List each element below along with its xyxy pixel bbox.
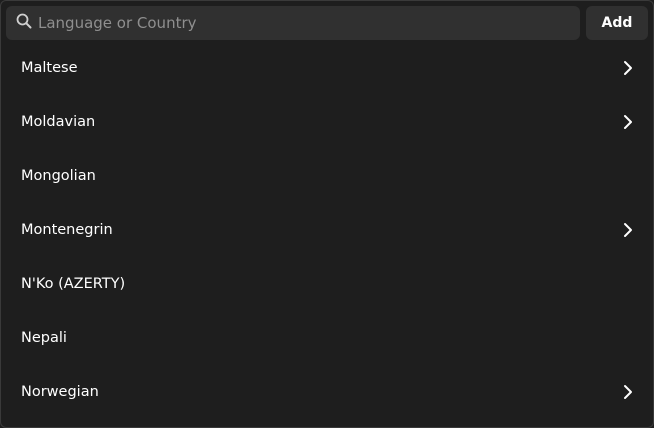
list-item-label: Maltese [21, 60, 78, 76]
search-box[interactable] [6, 6, 580, 40]
chevron-right-icon [621, 114, 635, 130]
list-item-nko-azerty[interactable]: N'Ko (AZERTY) [1, 257, 653, 311]
search-input[interactable] [38, 6, 570, 40]
dialog-header: Add [6, 6, 648, 40]
list-item-norwegian[interactable]: Norwegian [1, 365, 653, 419]
add-button[interactable]: Add [586, 6, 648, 40]
list-item-label: Montenegrin [21, 222, 113, 238]
list-item-label: Mongolian [21, 168, 96, 184]
list-item-mongolian[interactable]: Mongolian [1, 149, 653, 203]
list-item-label: Norwegian [21, 384, 99, 400]
input-source-dialog: Add Maltese Moldavian Mongolian Monteneg… [0, 0, 654, 428]
list-item-maltese[interactable]: Maltese [1, 41, 653, 95]
search-icon [16, 13, 32, 33]
chevron-right-icon [621, 60, 635, 76]
list-item-nepali[interactable]: Nepali [1, 311, 653, 365]
list-item-moldavian[interactable]: Moldavian [1, 95, 653, 149]
chevron-right-icon [621, 222, 635, 238]
list-item-label: Nepali [21, 330, 67, 346]
list-item-label: N'Ko (AZERTY) [21, 276, 126, 292]
list-item-montenegrin[interactable]: Montenegrin [1, 203, 653, 257]
list-item-label: Moldavian [21, 114, 96, 130]
language-list: Maltese Moldavian Mongolian Montenegrin … [1, 41, 653, 427]
chevron-right-icon [621, 384, 635, 400]
